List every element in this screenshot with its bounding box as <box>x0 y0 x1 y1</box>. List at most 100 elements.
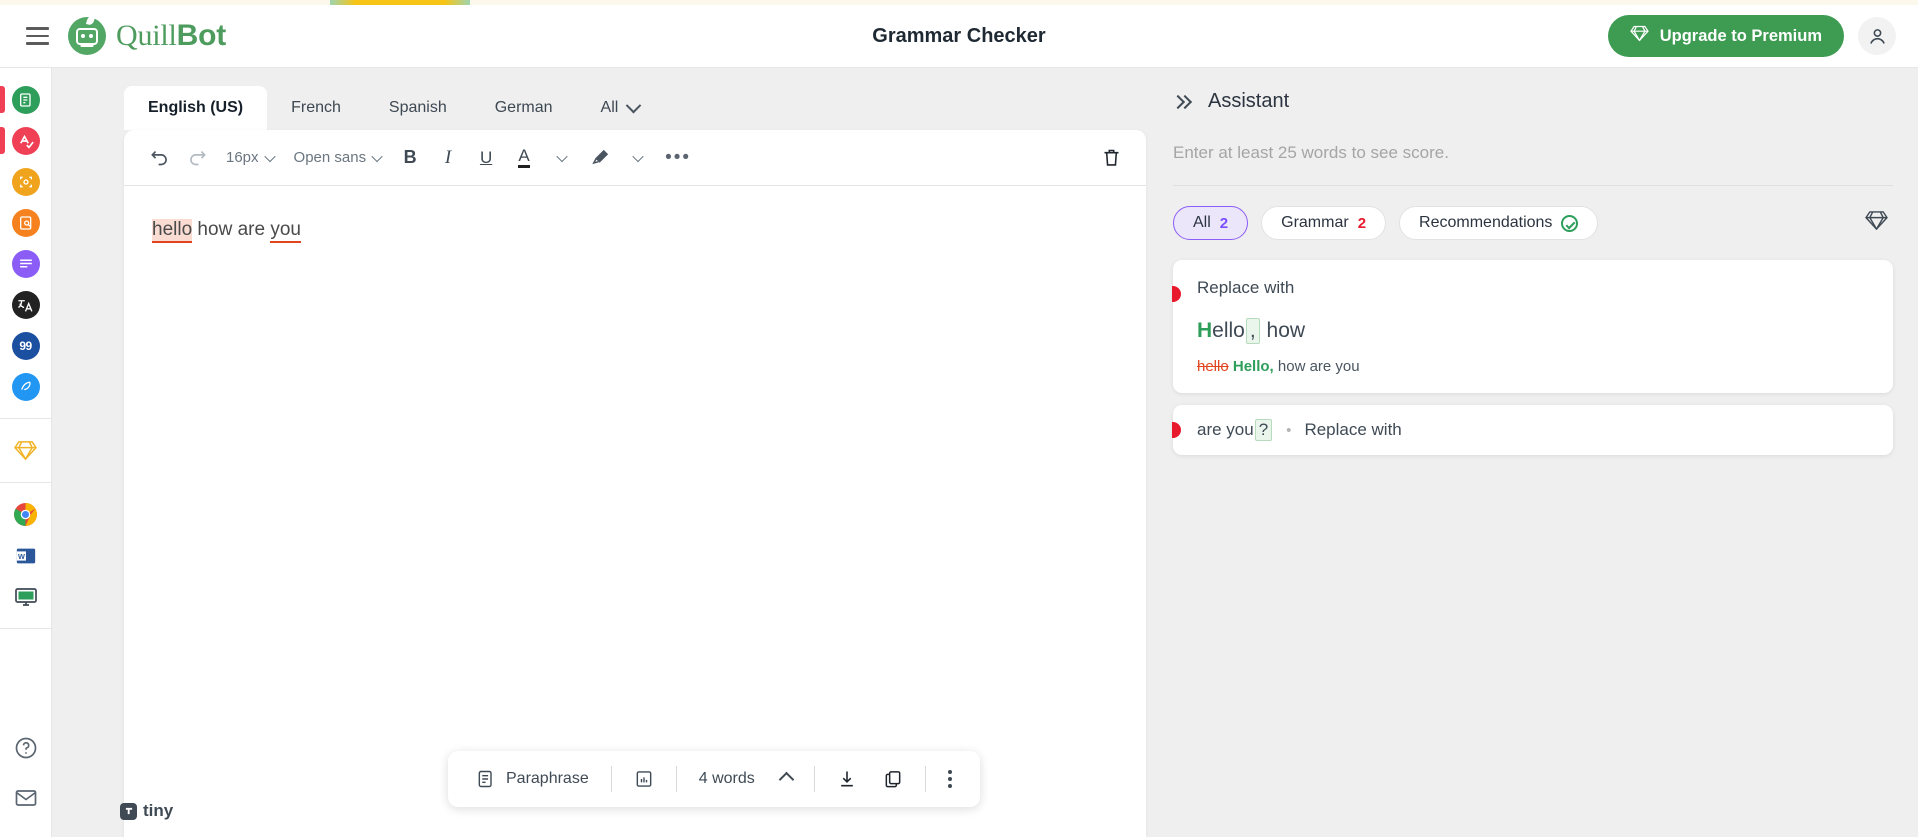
sidebar-item-citation-generator[interactable]: 99 <box>0 325 52 366</box>
filter-grammar[interactable]: Grammar 2 <box>1261 206 1387 240</box>
tab-label: Spanish <box>388 99 447 116</box>
sidebar-item-plagiarism-checker[interactable] <box>0 202 52 243</box>
separator-dot: • <box>1286 421 1292 439</box>
word-count-button[interactable]: 4 words <box>687 759 767 799</box>
sidebar-item-help[interactable] <box>0 723 52 773</box>
tab-french[interactable]: French <box>267 86 365 130</box>
help-icon <box>15 737 36 759</box>
font-size-value: 16px <box>226 149 259 166</box>
expand-stats-button[interactable] <box>769 759 804 799</box>
header-actions: Upgrade to Premium <box>1607 15 1896 57</box>
clear-document-button[interactable] <box>1094 141 1128 175</box>
grammar-checker-app: QuillBot Grammar Checker Upgrade to Prem… <box>0 0 1918 837</box>
editor-card: 16px Open sans B I U A ••• hello how are… <box>124 130 1146 837</box>
suggestion-card-compact[interactable]: are you? • Replace with <box>1172 405 1893 455</box>
assistant-title: Assistant <box>1208 90 1290 112</box>
sidebar-divider-3 <box>0 628 51 629</box>
paraphraser-icon <box>11 85 40 114</box>
sidebar-item-macos-app[interactable] <box>0 576 52 617</box>
hamburger-icon[interactable] <box>18 17 56 55</box>
chevron-down-icon <box>626 97 642 113</box>
sidebar-item-ai-detector[interactable] <box>0 161 52 202</box>
brand-wordmark: QuillBot <box>116 19 226 53</box>
download-button[interactable] <box>825 759 869 799</box>
tab-label: English (US) <box>148 99 244 116</box>
sidebar-item-word-addin[interactable]: W <box>0 535 52 576</box>
error-marker <box>1172 286 1181 302</box>
preview-suffix: how <box>1260 319 1306 342</box>
premium-suggestions-icon[interactable] <box>1865 210 1888 236</box>
more-options-button[interactable]: ••• <box>659 141 697 175</box>
font-family-selector[interactable]: Open sans <box>286 141 390 175</box>
double-chevron-right-icon[interactable] <box>1170 94 1193 109</box>
sidebar-item-summarizer[interactable] <box>0 243 52 284</box>
macos-app-icon <box>12 583 40 611</box>
user-avatar-icon[interactable] <box>1858 17 1896 55</box>
error-marker <box>1172 422 1181 438</box>
bold-label: B <box>403 147 417 167</box>
brand-logo[interactable]: QuillBot <box>68 15 226 55</box>
undo-icon[interactable] <box>142 141 176 175</box>
filter-recommendations[interactable]: Recommendations <box>1399 206 1599 240</box>
tab-label: All <box>600 99 619 116</box>
copy-button[interactable] <box>871 759 915 799</box>
chevron-down-icon <box>371 150 383 162</box>
tab-label: German <box>494 99 553 116</box>
caret-up-icon <box>778 771 795 787</box>
divider <box>924 766 926 792</box>
sidebar-item-premium[interactable] <box>0 430 52 471</box>
preview-prefix: ello <box>1212 319 1245 342</box>
grammar-error-hello[interactable]: hello <box>152 219 193 243</box>
sidebar-item-grammar-checker[interactable] <box>0 120 52 161</box>
trash-icon <box>1104 149 1118 166</box>
language-tabs: English (US) French Spanish German All <box>124 86 663 130</box>
tool-sidebar: 99 W <box>0 68 52 837</box>
sidebar-item-chrome-extension[interactable] <box>0 494 52 535</box>
grammar-error-you[interactable]: you <box>270 219 301 243</box>
underline-button[interactable]: U <box>469 141 503 175</box>
paraphrase-label: Paraphrase <box>506 770 589 787</box>
translator-icon <box>11 290 40 319</box>
sidebar-item-translator[interactable] <box>0 284 52 325</box>
tab-all-languages[interactable]: All <box>577 86 664 130</box>
suggestion-action-label: Replace with <box>1197 278 1295 297</box>
mail-icon <box>15 790 36 806</box>
text-color-chevron[interactable] <box>545 141 579 175</box>
text-color-button[interactable]: A <box>507 141 541 175</box>
deleted-text: hello <box>1197 358 1229 375</box>
more-actions-button[interactable] <box>936 759 964 799</box>
svg-text:W: W <box>17 551 24 560</box>
sidebar-item-ai-writer[interactable] <box>0 366 52 407</box>
bold-button[interactable]: B <box>393 141 427 175</box>
text-color-label: A <box>518 147 530 168</box>
highlight-chevron[interactable] <box>621 141 655 175</box>
filter-all[interactable]: All 2 <box>1173 206 1249 240</box>
word-addin-icon: W <box>12 542 40 570</box>
redo-icon[interactable] <box>180 141 214 175</box>
sidebar-tools-group: 99 <box>0 68 51 418</box>
inserted-letter: H <box>1197 319 1213 342</box>
font-size-selector[interactable]: 16px <box>218 141 282 175</box>
tab-spanish[interactable]: Spanish <box>365 86 471 130</box>
document-text-middle: how are <box>192 219 271 240</box>
highlight-button[interactable] <box>583 141 617 175</box>
tab-english-us[interactable]: English (US) <box>124 86 268 130</box>
filter-count: 2 <box>1219 214 1229 232</box>
sidebar-item-paraphraser[interactable] <box>0 79 52 120</box>
divider <box>610 766 612 792</box>
suggestion-preview: Hello, how <box>1197 318 1869 344</box>
check-circle-icon <box>1561 214 1579 232</box>
score-placeholder-text: Enter at least 25 words to see score. <box>1173 143 1449 162</box>
suggestion-card-expanded[interactable]: Replace with Hello, how hello Hello, how… <box>1172 260 1893 393</box>
added-text: Hello, <box>1232 358 1274 375</box>
tab-german[interactable]: German <box>471 86 577 130</box>
italic-button[interactable]: I <box>431 141 465 175</box>
upgrade-button-label: Upgrade to Premium <box>1659 26 1822 45</box>
paraphrase-button[interactable]: Paraphrase <box>464 759 601 799</box>
statistics-button[interactable] <box>622 759 666 799</box>
upgrade-to-premium-button[interactable]: Upgrade to Premium <box>1607 15 1844 57</box>
document-text-area[interactable]: hello how are you <box>124 186 1146 275</box>
sidebar-item-mail[interactable] <box>0 773 52 823</box>
inline-text: are you <box>1197 420 1254 439</box>
plagiarism-checker-icon <box>11 208 40 237</box>
